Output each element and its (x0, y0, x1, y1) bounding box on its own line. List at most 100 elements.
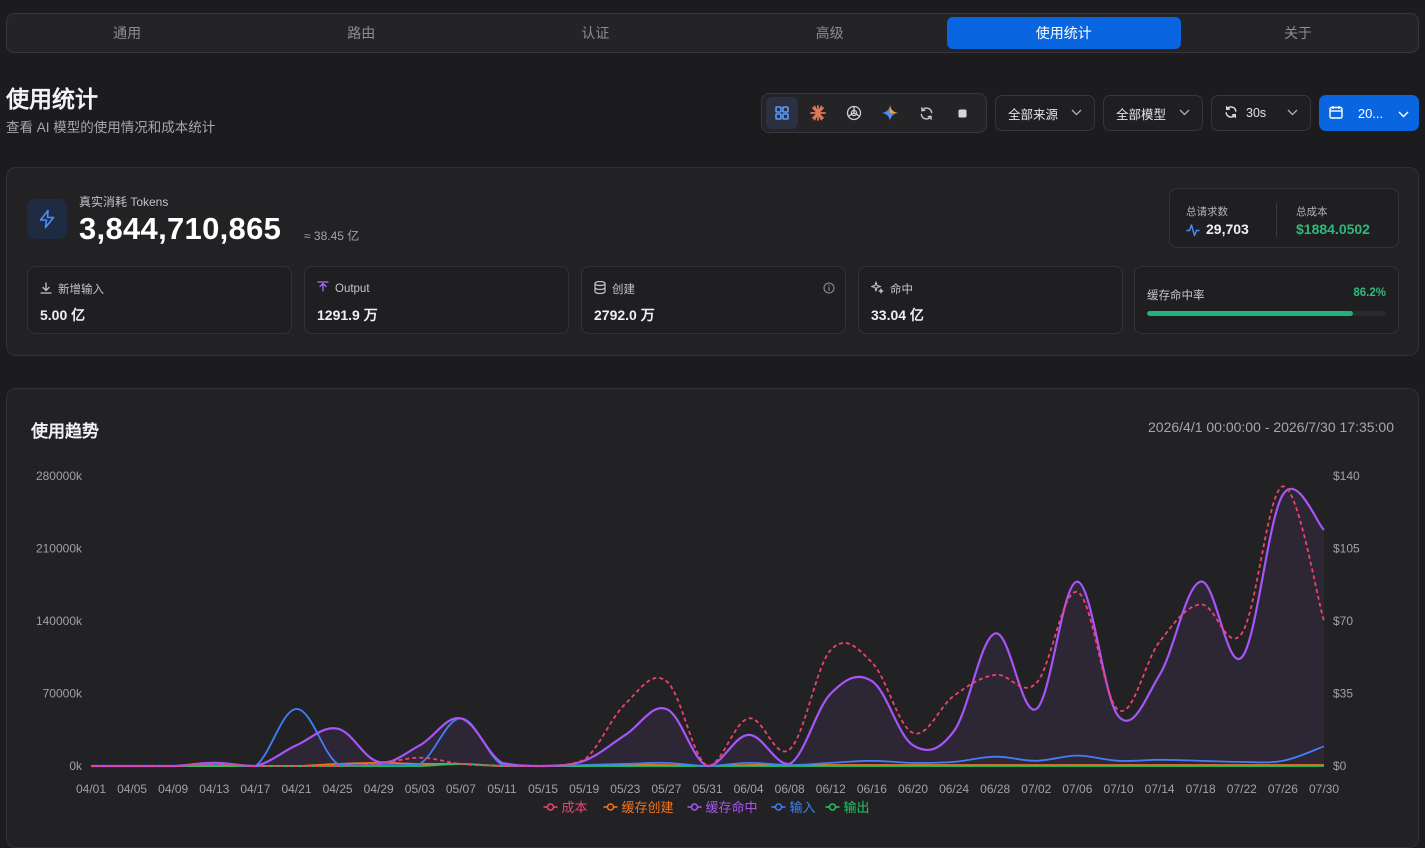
x-tick-label: 06/12 (816, 782, 846, 796)
x-tick-label: 04/17 (240, 782, 270, 796)
main-tab-bar: 通用 路由 认证 高级 使用统计 关于 (6, 13, 1419, 53)
legend-label-cache-create: 缓存创建 (622, 800, 674, 815)
model-select[interactable]: 全部模型 (1103, 95, 1203, 131)
gemini-icon[interactable] (874, 97, 906, 129)
y-left-tick-label: 210000k (36, 542, 83, 556)
model-select-value: 全部模型 (1116, 107, 1167, 122)
x-tick-label: 07/10 (1103, 782, 1133, 796)
stat-value: 1291.9 万 (317, 307, 378, 323)
legend-label-cache-hit: 缓存命中 (706, 800, 758, 815)
cache-hit-rate-label: 缓存命中率 (1147, 290, 1205, 302)
x-tick-label: 04/05 (117, 782, 147, 796)
total-requests-value: 29,703 (1206, 221, 1249, 237)
total-cost-value: $1884.0502 (1296, 221, 1370, 237)
chevron-down-icon (1398, 106, 1409, 121)
activity-icon (1186, 223, 1200, 242)
x-tick-label: 06/08 (775, 782, 805, 796)
stat-value: 5.00 亿 (40, 307, 86, 323)
source-select[interactable]: 全部来源 (995, 95, 1095, 131)
legend-dot-cost (546, 803, 555, 811)
tab-general[interactable]: 通用 (10, 17, 244, 49)
tokens-label: 真实消耗 Tokens (79, 195, 169, 209)
stat-label: 命中 (890, 284, 913, 296)
x-tick-label: 04/25 (323, 782, 353, 796)
stat-cache-create: 创建 2792.0 万 (581, 266, 846, 334)
claude-icon[interactable] (802, 97, 834, 129)
x-tick-label: 07/06 (1062, 782, 1092, 796)
x-tick-label: 06/24 (939, 782, 969, 796)
stat-output: Output 1291.9 万 (304, 266, 569, 334)
x-tick-label: 06/20 (898, 782, 928, 796)
x-tick-label: 05/15 (528, 782, 558, 796)
stat-new-input: 新增输入 5.00 亿 (27, 266, 292, 334)
stat-value: 2792.0 万 (594, 307, 655, 323)
y-right-tick-label: $140 (1333, 469, 1360, 483)
tab-auth[interactable]: 认证 (478, 17, 712, 49)
x-tick-label: 05/19 (569, 782, 599, 796)
x-tick-label: 07/18 (1186, 782, 1216, 796)
chevron-down-icon (1287, 107, 1298, 119)
page-title: 使用统计 (6, 86, 98, 112)
stat-cache-hit-rate: 缓存命中率 86.2% (1134, 266, 1399, 334)
download-icon (40, 281, 52, 297)
x-tick-label: 07/02 (1021, 782, 1051, 796)
x-tick-label: 04/21 (281, 782, 311, 796)
chevron-down-icon (1071, 107, 1082, 119)
refresh-icon (1224, 105, 1238, 122)
legend-label-cost: 成本 (562, 800, 588, 815)
tab-about[interactable]: 关于 (1181, 17, 1415, 49)
token-summary-card: 真实消耗 Tokens 3,844,710,865 ≈ 38.45 亿 总请求数… (6, 167, 1419, 356)
y-right-tick-label: $105 (1333, 542, 1360, 556)
cache-hit-area (91, 488, 1324, 766)
total-cost-label: 总成本 (1296, 206, 1328, 218)
summary-divider (1276, 203, 1277, 237)
total-requests-label: 总请求数 (1186, 206, 1228, 218)
source-select-value: 全部来源 (1008, 107, 1059, 122)
x-tick-label: 04/01 (76, 782, 106, 796)
y-left-tick-label: 70000k (43, 687, 83, 701)
x-tick-label: 07/22 (1227, 782, 1257, 796)
date-range-value: 20... (1357, 105, 1384, 121)
legend-dot-input (774, 803, 783, 811)
x-tick-label: 06/28 (980, 782, 1010, 796)
x-tick-label: 04/09 (158, 782, 188, 796)
info-icon[interactable] (823, 281, 835, 299)
y-left-tick-label: 0k (69, 759, 83, 773)
database-icon (594, 280, 606, 297)
chevron-down-icon (1179, 107, 1190, 119)
legend-dot-output (828, 803, 837, 811)
openai-icon[interactable] (838, 97, 870, 129)
tab-usage-stats[interactable]: 使用统计 (946, 17, 1181, 49)
request-cost-summary: 总请求数 29,703 总成本 $1884.0502 (1169, 188, 1399, 248)
stat-label: Output (335, 282, 370, 295)
legend-label-input: 输入 (790, 800, 816, 815)
refresh-interval-select[interactable]: 30s (1211, 95, 1311, 131)
x-tick-label: 07/14 (1145, 782, 1175, 796)
grid-icon[interactable] (766, 97, 798, 129)
sparkles-icon (870, 281, 884, 297)
usage-trend-chart: 0k 70000k 140000k 210000k 280000k $0 $35 $70 $10… (36, 469, 1360, 815)
x-tick-label: 04/13 (199, 782, 229, 796)
tab-routing[interactable]: 路由 (244, 17, 478, 49)
x-tick-label: 04/29 (364, 782, 394, 796)
x-tick-label: 05/27 (651, 782, 681, 796)
refresh-provider-icon[interactable] (910, 97, 942, 129)
square-icon[interactable] (946, 97, 978, 129)
refresh-interval-value: 30s (1246, 106, 1267, 120)
x-tick-label: 06/04 (734, 782, 764, 796)
y-right-tick-label: $70 (1333, 614, 1353, 628)
x-tick-label: 06/16 (857, 782, 887, 796)
cache-hit-progress (1147, 311, 1386, 316)
date-range-button[interactable]: 20... (1319, 95, 1419, 131)
x-tick-label: 05/07 (446, 782, 476, 796)
stat-value: 33.04 亿 (871, 307, 924, 323)
y-right-tick-label: $35 (1333, 687, 1353, 701)
stat-cache-hit: 命中 33.04 亿 (858, 266, 1123, 334)
tab-advanced[interactable]: 高级 (713, 17, 947, 49)
cache-hit-progress-fill (1147, 311, 1354, 316)
provider-filter-bar (761, 93, 987, 133)
x-tick-label: 07/26 (1268, 782, 1298, 796)
x-tick-label: 05/03 (405, 782, 435, 796)
tokens-value: 3,844,710,865 (79, 211, 282, 246)
usage-trend-card: 使用趋势 2026/4/1 00:00:00 - 2026/7/30 17:35… (6, 388, 1419, 848)
